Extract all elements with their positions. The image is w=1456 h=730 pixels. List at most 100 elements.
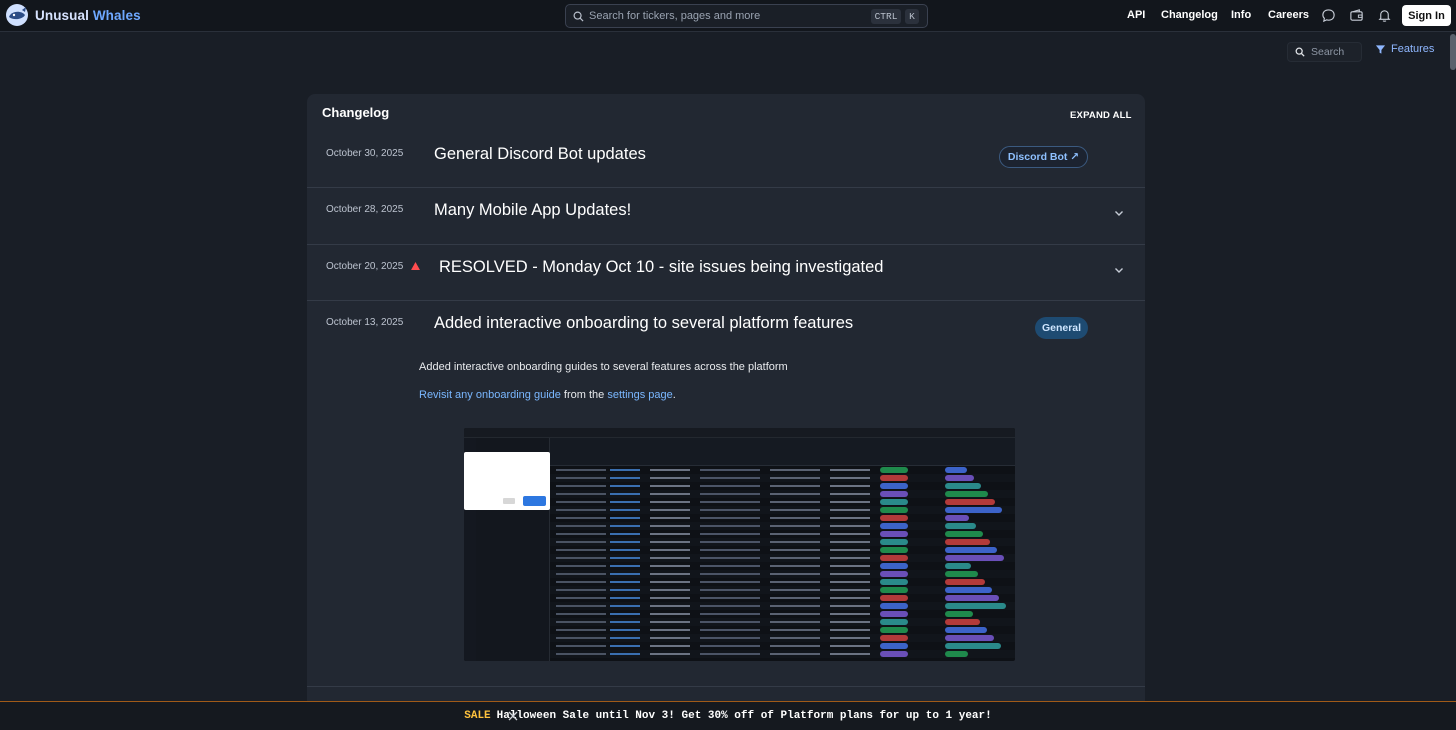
screenshot-cell	[556, 597, 606, 599]
sign-in-button[interactable]: Sign In	[1402, 5, 1451, 26]
screenshot-cell	[770, 549, 820, 551]
screenshot-pill	[880, 483, 908, 489]
screenshot-cell	[830, 613, 870, 615]
screenshot-cell	[700, 637, 760, 639]
screenshot-cell	[830, 597, 870, 599]
screenshot-pill	[880, 563, 908, 569]
screenshot-cell	[830, 549, 870, 551]
screenshot-cell	[650, 621, 690, 623]
screenshot-pill	[880, 555, 908, 561]
screenshot-pill	[880, 579, 908, 585]
screenshot-table-row	[550, 610, 1015, 618]
screenshot-table-row	[550, 466, 1015, 474]
search-icon	[573, 11, 584, 22]
screenshot-pill	[945, 619, 980, 625]
screenshot-cell	[556, 525, 606, 527]
global-search-input[interactable]: Search for tickers, pages and more CTRL …	[565, 4, 928, 28]
close-icon[interactable]	[508, 711, 518, 721]
expand-all-button[interactable]: EXPAND ALL	[1070, 110, 1132, 121]
screenshot-cell	[610, 597, 640, 599]
screenshot-pill	[945, 507, 1002, 513]
screenshot-cell	[700, 653, 760, 655]
entry-title: Many Mobile App Updates!	[434, 201, 632, 219]
screenshot-pill	[880, 587, 908, 593]
changelog-entry[interactable]: October 20, 2025 RESOLVED - Monday Oct 1…	[307, 245, 1145, 301]
nav-link-changelog[interactable]: Changelog	[1161, 9, 1218, 21]
screenshot-cell	[650, 565, 690, 567]
entry-body-links: Revisit any onboarding guide from the se…	[419, 389, 676, 401]
screenshot-table-row	[550, 514, 1015, 522]
screenshot-cell	[830, 621, 870, 623]
screenshot-cell	[610, 557, 640, 559]
screenshot-table-row	[550, 490, 1015, 498]
screenshot-cell	[770, 653, 820, 655]
screenshot-cell	[830, 477, 870, 479]
screenshot-table-row	[550, 554, 1015, 562]
nav-link-careers[interactable]: Careers	[1268, 9, 1309, 21]
screenshot-table-row	[550, 506, 1015, 514]
screenshot-pill	[880, 595, 908, 601]
nav-link-api[interactable]: API	[1127, 9, 1145, 21]
screenshot-cell	[770, 533, 820, 535]
screenshot-cell	[770, 477, 820, 479]
screenshot-pill	[945, 627, 987, 633]
screenshot-cell	[830, 469, 870, 471]
screenshot-pill	[880, 507, 908, 513]
settings-page-link[interactable]: settings page	[607, 389, 672, 401]
screenshot-cell	[650, 613, 690, 615]
tag-label: General	[1041, 322, 1082, 334]
screenshot-cell	[700, 621, 760, 623]
screenshot-cell	[770, 565, 820, 567]
screenshot-cell	[700, 605, 760, 607]
body-end-text: .	[672, 389, 676, 401]
features-filter-button[interactable]: Features	[1375, 43, 1434, 55]
tag-label: Discord Bot ↗	[1007, 151, 1080, 163]
wallet-icon[interactable]	[1349, 8, 1364, 23]
brand-logo[interactable]: Unusual Whales	[5, 3, 141, 27]
screenshot-pill	[945, 539, 990, 545]
discord-bot-tag[interactable]: Discord Bot ↗	[999, 146, 1088, 168]
screenshot-cell	[830, 501, 870, 503]
screenshot-cell	[830, 565, 870, 567]
screenshot-pill	[880, 635, 908, 641]
screenshot-cell	[650, 597, 690, 599]
whale-logo-icon	[6, 4, 28, 26]
screenshot-cell	[610, 485, 640, 487]
screenshot-cell	[830, 581, 870, 583]
changelog-search-input[interactable]: Search	[1287, 42, 1362, 62]
screenshot-cell	[610, 501, 640, 503]
screenshot-cell	[770, 581, 820, 583]
changelog-entry[interactable]: October 28, 2025 Many Mobile App Updates…	[307, 188, 1145, 245]
chevron-down-icon[interactable]	[1113, 207, 1125, 219]
chevron-down-icon[interactable]	[1113, 264, 1125, 276]
screenshot-cell	[700, 541, 760, 543]
screenshot-cell	[770, 541, 820, 543]
screenshot-table-row	[550, 602, 1015, 610]
screenshot-cell	[556, 469, 606, 471]
screenshot-cell	[830, 589, 870, 591]
nav-link-info[interactable]: Info	[1231, 9, 1251, 21]
screenshot-header	[550, 438, 1015, 466]
screenshot-table-row	[550, 586, 1015, 594]
screenshot-cell	[700, 589, 760, 591]
screenshot-cell	[830, 557, 870, 559]
page-scrollbar[interactable]	[1450, 34, 1456, 70]
screenshot-cell	[610, 621, 640, 623]
screenshot-cell	[770, 509, 820, 511]
screenshot-cell	[610, 573, 640, 575]
screenshot-cell	[556, 541, 606, 543]
bell-icon[interactable]	[1377, 8, 1392, 23]
screenshot-cell	[556, 637, 606, 639]
chat-icon[interactable]	[1321, 8, 1336, 23]
top-navbar: Unusual Whales Search for tickers, pages…	[0, 0, 1456, 32]
sale-text: Halloween Sale until Nov 3! Get 30% off …	[496, 710, 992, 722]
screenshot-cell	[770, 629, 820, 631]
general-tag[interactable]: General	[1035, 317, 1088, 339]
screenshot-table-row	[550, 642, 1015, 650]
onboarding-guide-link[interactable]: Revisit any onboarding guide	[419, 389, 561, 401]
screenshot-cell	[650, 629, 690, 631]
screenshot-pill	[880, 643, 908, 649]
screenshot-cell	[650, 653, 690, 655]
screenshot-cell	[770, 613, 820, 615]
screenshot-cell	[556, 621, 606, 623]
